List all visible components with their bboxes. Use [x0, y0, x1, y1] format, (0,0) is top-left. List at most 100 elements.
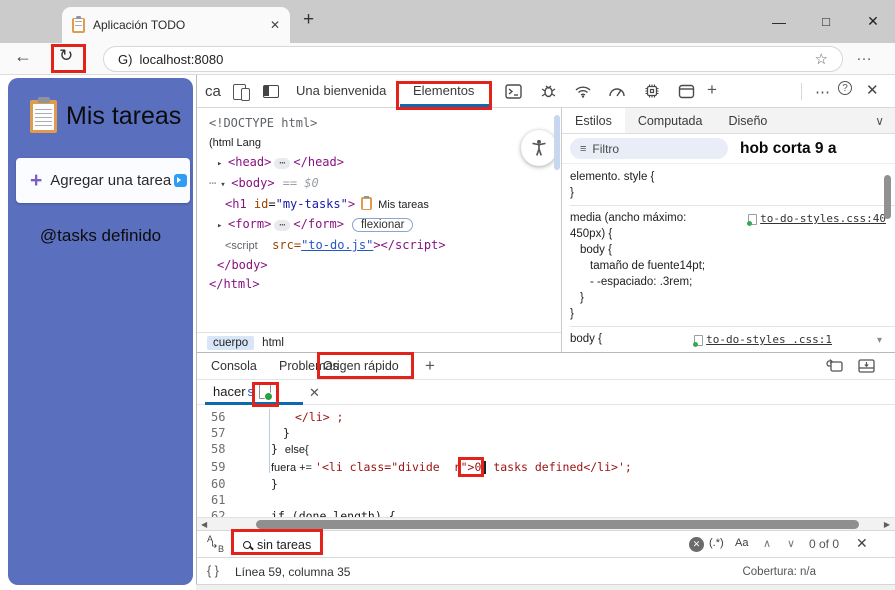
address-bar[interactable]: G) localhost:8080 ☆ — [103, 46, 843, 72]
breadcrumb-body[interactable]: cuerpo — [207, 335, 255, 350]
line[interactable]: ▸ <head> ⋯ </head> — [209, 153, 561, 174]
line[interactable]: - -espaciado: .3rem; — [570, 274, 895, 290]
line[interactable]: body {to-do-styles .css:1 ▾ — [570, 331, 895, 347]
file-tab-close-icon[interactable]: ✕ — [309, 385, 320, 401]
reload-button[interactable]: ↻ — [59, 46, 73, 66]
drawer-tabbar: Consola Problemas Origen rápido + — [197, 353, 895, 380]
horizontal-scrollbar[interactable]: ◀ ▶ — [197, 517, 895, 530]
line[interactable]: 60} — [197, 476, 895, 492]
braces-format-icon[interactable]: { } — [207, 564, 219, 578]
tab-close-icon[interactable]: ✕ — [270, 18, 280, 32]
segment-sel: elemento. style { — [570, 171, 655, 183]
chevron-down-icon[interactable]: ∨ — [875, 108, 895, 133]
devtools-more-menu-icon[interactable]: ⋯ — [815, 83, 830, 101]
panel-refresh-icon[interactable] — [825, 358, 845, 374]
scroll-down-icon[interactable]: ▾ — [877, 333, 882, 349]
search-close-icon[interactable]: ✕ — [856, 535, 868, 552]
inspect-tool-label[interactable]: ca — [205, 83, 221, 100]
window-close-button[interactable]: ✕ — [858, 0, 888, 43]
device-emulation-icon[interactable] — [233, 84, 250, 101]
line-number: 60 — [211, 476, 226, 491]
line-number: 58 — [211, 442, 226, 457]
network-wifi-icon[interactable] — [573, 82, 593, 100]
devtools-toolbar: ca Una bienvenida Elementos + ⋯ ? ✕ — [197, 75, 895, 108]
regex-toggle[interactable]: (.*) — [709, 537, 724, 549]
scroll-left-icon[interactable]: ◀ — [201, 520, 207, 529]
filter-input[interactable]: ≡ Filtro — [570, 138, 728, 159]
tab-console[interactable]: Consola — [211, 359, 257, 373]
line[interactable]: <!DOCTYPE html> — [209, 114, 561, 133]
dom-scrollbar-thumb[interactable] — [554, 115, 560, 170]
console-drawer-icon[interactable] — [503, 82, 523, 100]
more-tabs-plus-icon[interactable]: + — [707, 80, 717, 100]
tab-computed[interactable]: Computada — [625, 108, 716, 133]
new-tab-button[interactable]: + — [303, 9, 314, 31]
tab-layout[interactable]: Diseño — [715, 108, 780, 133]
next-match-icon[interactable]: ∨ — [787, 537, 795, 550]
line[interactable]: (html Lang — [209, 133, 561, 153]
favorite-star-icon[interactable]: ☆ — [815, 50, 828, 68]
favicon-clipboard-icon — [72, 17, 85, 33]
window-maximize-button[interactable]: □ — [811, 0, 841, 43]
tab-elements[interactable]: Elementos — [413, 83, 474, 98]
debugger-bug-icon[interactable] — [538, 82, 558, 100]
dock-side-icon[interactable] — [263, 85, 279, 98]
line[interactable]: <script src="to-do.js"></script> — [209, 236, 561, 256]
source-file-tab[interactable]: hacer s — [205, 380, 303, 405]
application-storage-icon[interactable] — [676, 82, 696, 100]
line[interactable]: ⋯ ▾ <body> == $0 — [209, 174, 561, 195]
segment-sel: } — [570, 308, 574, 320]
previous-match-icon[interactable]: ∧ — [763, 537, 771, 550]
line[interactable]: ▸ <form> ⋯ </form> flexionar — [209, 215, 561, 236]
expand-drawer-icon[interactable] — [857, 358, 877, 374]
line[interactable]: } — [570, 185, 895, 201]
line[interactable]: } — [570, 306, 895, 322]
line[interactable]: 450px) { — [570, 226, 895, 242]
filter-placeholder: Filtro — [592, 141, 620, 156]
line[interactable]: </body> — [209, 256, 561, 275]
styles-scrollbar-thumb[interactable] — [884, 175, 891, 219]
devtools-close-icon[interactable]: ✕ — [866, 81, 879, 99]
drawer-add-tab-icon[interactable]: + — [425, 356, 435, 376]
replace-toggle-icon[interactable]: ↳ — [207, 534, 225, 554]
stylesheet-link[interactable]: to-do-styles .css:1 — [693, 332, 832, 348]
line[interactable]: <h1 id="my-tasks"> Mis tareas — [209, 195, 561, 215]
tab-quick-source[interactable]: Origen rápido — [323, 359, 399, 373]
line[interactable]: elemento. style { — [570, 169, 895, 185]
line[interactable]: 61 — [197, 492, 895, 508]
browser-menu-icon[interactable]: … — [856, 47, 873, 65]
match-case-toggle[interactable]: Aa — [735, 537, 748, 549]
browser-tab[interactable]: Aplicación TODO ✕ — [62, 7, 290, 43]
line[interactable]: body { — [570, 242, 895, 258]
line[interactable]: media (ancho máximo: to-do-styles.css:40 — [570, 210, 895, 226]
styles-tabbar: Estilos Computada Diseño ∨ — [562, 108, 895, 134]
line[interactable]: 59 fuera += '<li class="divide r">0 tasks … — [197, 456, 895, 477]
horizontal-scrollbar-thumb[interactable] — [256, 520, 859, 529]
add-task-button[interactable]: + Agregar una tarea — [16, 158, 190, 203]
line[interactable]: } — [570, 290, 895, 306]
memory-chip-icon[interactable] — [642, 82, 662, 100]
stylesheet-link[interactable]: to-do-styles.css:40 — [747, 211, 886, 227]
back-button[interactable]: ← — [14, 46, 32, 67]
clear-search-icon[interactable]: ✕ — [689, 537, 704, 552]
line[interactable]: </html> — [209, 275, 561, 294]
line[interactable]: 56 </li> ; — [197, 409, 895, 425]
performance-gauge-icon[interactable] — [607, 82, 627, 100]
pseudo-class-toggles-label[interactable]: hob corta 9 a — [740, 140, 836, 158]
file-icon — [747, 213, 758, 226]
code-editor[interactable]: 56 </li> ; 57} 58} else{59 fuera += '<li cla… — [197, 405, 895, 517]
help-icon[interactable]: ? — [838, 81, 852, 95]
file-tab-label: hacer — [213, 383, 246, 399]
window-minimize-button[interactable]: — — [764, 0, 794, 43]
segment-attr: id — [246, 197, 269, 211]
tab-styles[interactable]: Estilos — [562, 108, 625, 133]
scroll-right-icon[interactable]: ▶ — [884, 520, 890, 529]
line[interactable]: 62 if (done.length) { — [197, 508, 895, 517]
line[interactable]: 58} else{ — [197, 441, 895, 458]
breadcrumb-html[interactable]: html — [262, 337, 284, 349]
search-input[interactable]: sin tareas — [235, 534, 321, 555]
line[interactable]: tamaño de fuente14pt; — [570, 258, 895, 274]
accessibility-person-icon[interactable] — [521, 130, 557, 166]
line[interactable]: 57} — [197, 425, 895, 441]
tab-welcome[interactable]: Una bienvenida — [296, 83, 386, 98]
